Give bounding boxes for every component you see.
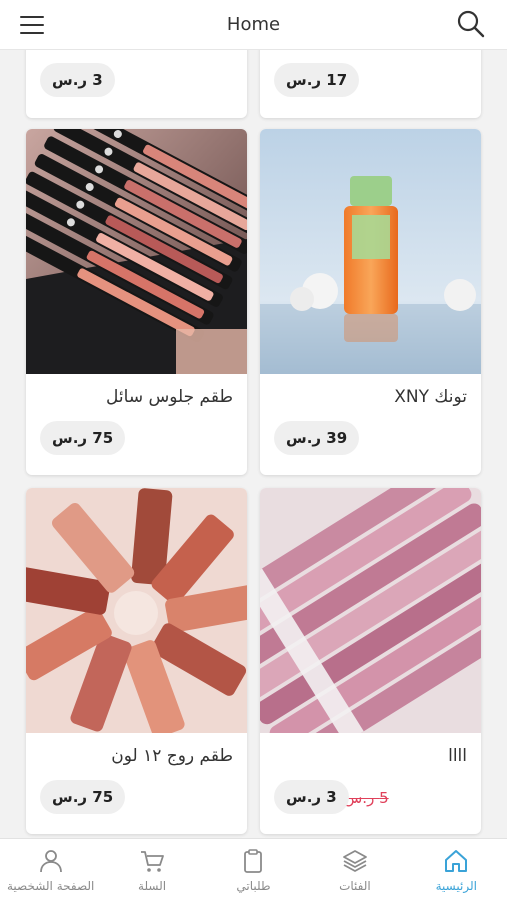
product-image-lip-gloss[interactable] [260, 488, 481, 733]
product-name: llll [448, 746, 467, 766]
price-badge: 75 ر.س [40, 780, 126, 814]
product-card[interactable]: llll 5 ر.س 3 ر.س [260, 488, 481, 834]
product-name: طقم روج ١٢ لون [111, 746, 233, 766]
product-image-lip-gloss-set[interactable] [26, 129, 247, 374]
price-badge: 39 ر.س [274, 421, 360, 455]
layers-icon [342, 849, 367, 872]
hamburger-icon [20, 16, 44, 18]
product-card[interactable]: طقم جلوس سائل 75 ر.س [26, 129, 247, 475]
original-price: 5 ر.س [344, 789, 389, 807]
nav-label: الرئيسية [435, 878, 477, 893]
nav-label: طلباتي [236, 878, 271, 893]
nav-item-profile[interactable]: الصفحة الشخصية [0, 839, 101, 900]
page-title: Home [226, 14, 281, 35]
top-app-bar: Home [0, 0, 507, 50]
nav-item-categories[interactable]: الفئات [304, 839, 405, 900]
product-card[interactable]: طقم روج ١٢ لون 75 ر.س [26, 488, 247, 834]
price-badge: 3 ر.س [40, 63, 115, 97]
product-image-lipstick-set[interactable] [26, 488, 247, 733]
search-button[interactable] [455, 8, 487, 40]
home-icon [445, 849, 468, 872]
nav-label: الصفحة الشخصية [6, 878, 95, 893]
product-card[interactable]: 3 ر.س [26, 50, 247, 118]
product-card[interactable]: تونك XNY 39 ر.س [260, 129, 481, 475]
nav-item-orders[interactable]: طلباتي [203, 839, 304, 900]
nav-item-home[interactable]: الرئيسية [406, 839, 507, 900]
user-icon [39, 849, 62, 872]
menu-button[interactable] [20, 10, 54, 40]
search-icon [457, 10, 485, 38]
product-image-toner[interactable] [260, 129, 481, 374]
nav-label: السلة [138, 878, 167, 893]
product-card[interactable]: 17 ر.س [260, 50, 481, 118]
price-badge: 3 ر.س [274, 780, 349, 814]
product-grid[interactable]: 3 ر.س 17 ر.س طقم جلوس سائل 75 ر.س تونك X… [0, 50, 507, 838]
nav-label: الفئات [339, 878, 371, 893]
cart-icon [141, 850, 164, 872]
bottom-navigation: الرئيسية الفئات طلباتي السلة الصفحة الشخ… [0, 838, 507, 900]
product-name: طقم جلوس سائل [106, 387, 233, 407]
price-badge: 75 ر.س [40, 421, 126, 455]
clipboard-icon [244, 848, 263, 873]
nav-item-cart[interactable]: السلة [101, 839, 202, 900]
price-badge: 17 ر.س [274, 63, 360, 97]
product-name: تونك XNY [394, 387, 467, 407]
